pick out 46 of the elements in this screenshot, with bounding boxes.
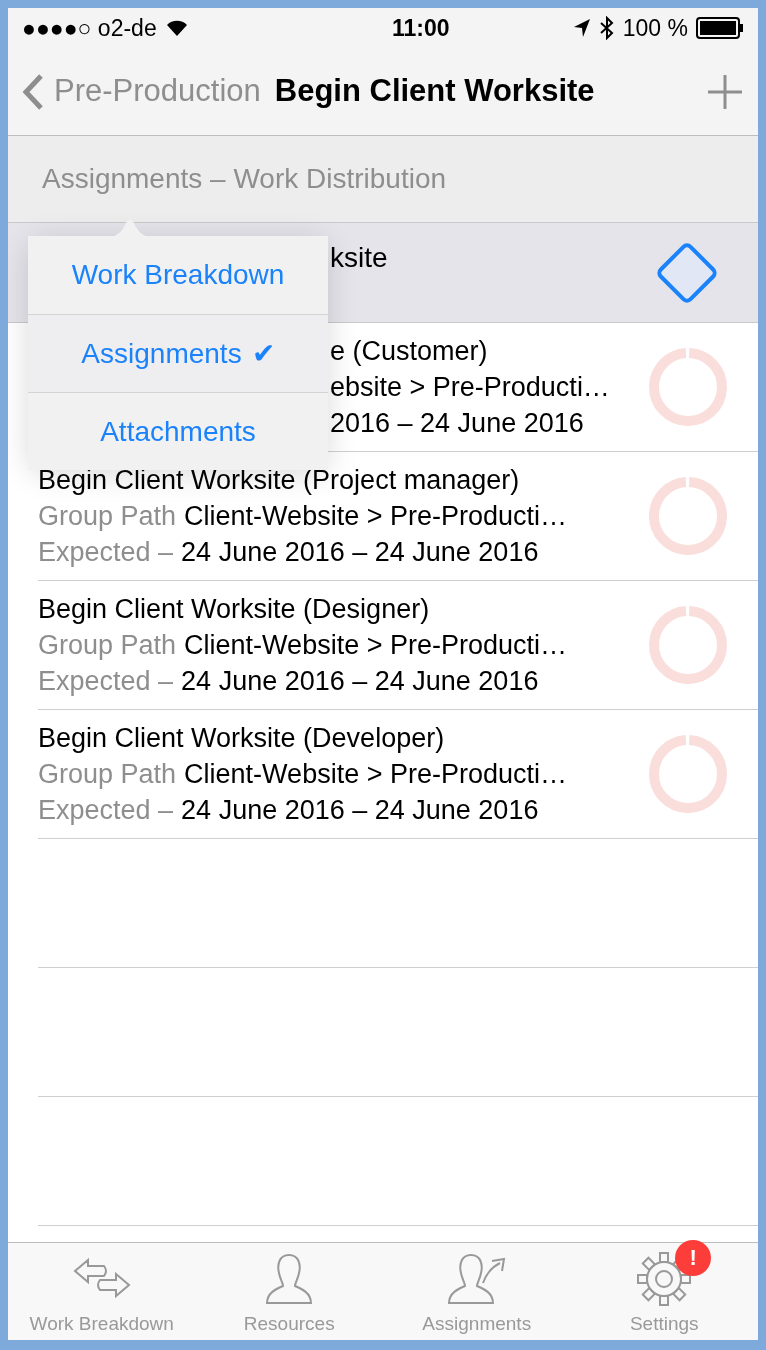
group-path: Client-Website > Pre-Producti… bbox=[184, 629, 567, 662]
expected-label: Expected – bbox=[38, 665, 174, 698]
settings-icon bbox=[637, 1251, 692, 1306]
group-path-label: Group Path bbox=[38, 629, 177, 662]
progress-ring-icon bbox=[648, 476, 728, 556]
chevron-left-icon bbox=[22, 72, 44, 111]
expected-dates: 24 June 2016 – 24 June 2016 bbox=[181, 665, 539, 698]
group-path: Client-Website > Pre-Producti… bbox=[184, 500, 567, 533]
carrier-label: ●●●●○ o2-de bbox=[22, 13, 157, 43]
section-title: Assignments – Work Distribution bbox=[42, 162, 447, 196]
expected-dates: 24 June 2016 – 24 June 2016 bbox=[181, 794, 539, 827]
bluetooth-icon bbox=[598, 16, 615, 40]
tab-bar-item[interactable]: Resources bbox=[195, 1243, 383, 1340]
add-icon[interactable] bbox=[706, 72, 744, 111]
battery-label: 100 % bbox=[622, 13, 688, 43]
assignment-title: e (Customer) bbox=[330, 335, 489, 368]
group-path: ebsite > Pre-Producti… bbox=[330, 371, 610, 404]
tab-bar-item[interactable]: Work Breakdown bbox=[8, 1243, 196, 1340]
popover-item[interactable]: Assignments ✔ bbox=[28, 314, 328, 392]
person-icon bbox=[264, 1252, 315, 1305]
tab-bar-item[interactable]: Assignments bbox=[383, 1243, 571, 1340]
back-button[interactable]: Pre-Production bbox=[22, 68, 261, 115]
nav-title: Begin Client Worksite bbox=[274, 72, 595, 111]
popover-item[interactable]: Attachments bbox=[28, 392, 328, 470]
expected-label: Expected – bbox=[38, 536, 174, 569]
expected-dates: 2016 – 24 June 2016 bbox=[330, 407, 584, 440]
clock: 11:00 bbox=[391, 13, 450, 43]
group-path-label: Group Path bbox=[38, 758, 177, 791]
assignment-title: Begin Client Worksite (Designer) bbox=[38, 593, 431, 626]
notification-badge: ! bbox=[675, 1239, 712, 1276]
progress-ring-icon bbox=[648, 734, 728, 814]
expected-label: Expected – bbox=[38, 794, 174, 827]
assignment-row[interactable]: Begin Client Worksite (Developer) Group Path Client-Website > Pre-Producti… Expected – 24 June 2016 – 24 June 2016 bbox=[38, 710, 758, 839]
assignment-row[interactable]: Begin Client Worksite (Designer) Group Path Client-Website > Pre-Producti… Expected – 24 June 2016 – 24 June 2016 bbox=[38, 581, 758, 710]
expected-dates: 24 June 2016 – 24 June 2016 bbox=[181, 536, 539, 569]
progress-ring-icon bbox=[648, 605, 728, 685]
assignment-title: Begin Client Worksite (Developer) bbox=[38, 722, 446, 755]
progress-ring-icon bbox=[648, 347, 728, 427]
location-icon bbox=[572, 18, 591, 38]
task-title: ksite bbox=[330, 241, 388, 275]
battery-icon bbox=[696, 17, 744, 39]
wifi-icon bbox=[164, 19, 189, 37]
person-arrow-icon bbox=[445, 1252, 508, 1305]
checkmark-icon: ✔ bbox=[251, 332, 275, 375]
group-path: Client-Website > Pre-Producti… bbox=[184, 758, 567, 791]
group-path-label: Group Path bbox=[38, 500, 177, 533]
